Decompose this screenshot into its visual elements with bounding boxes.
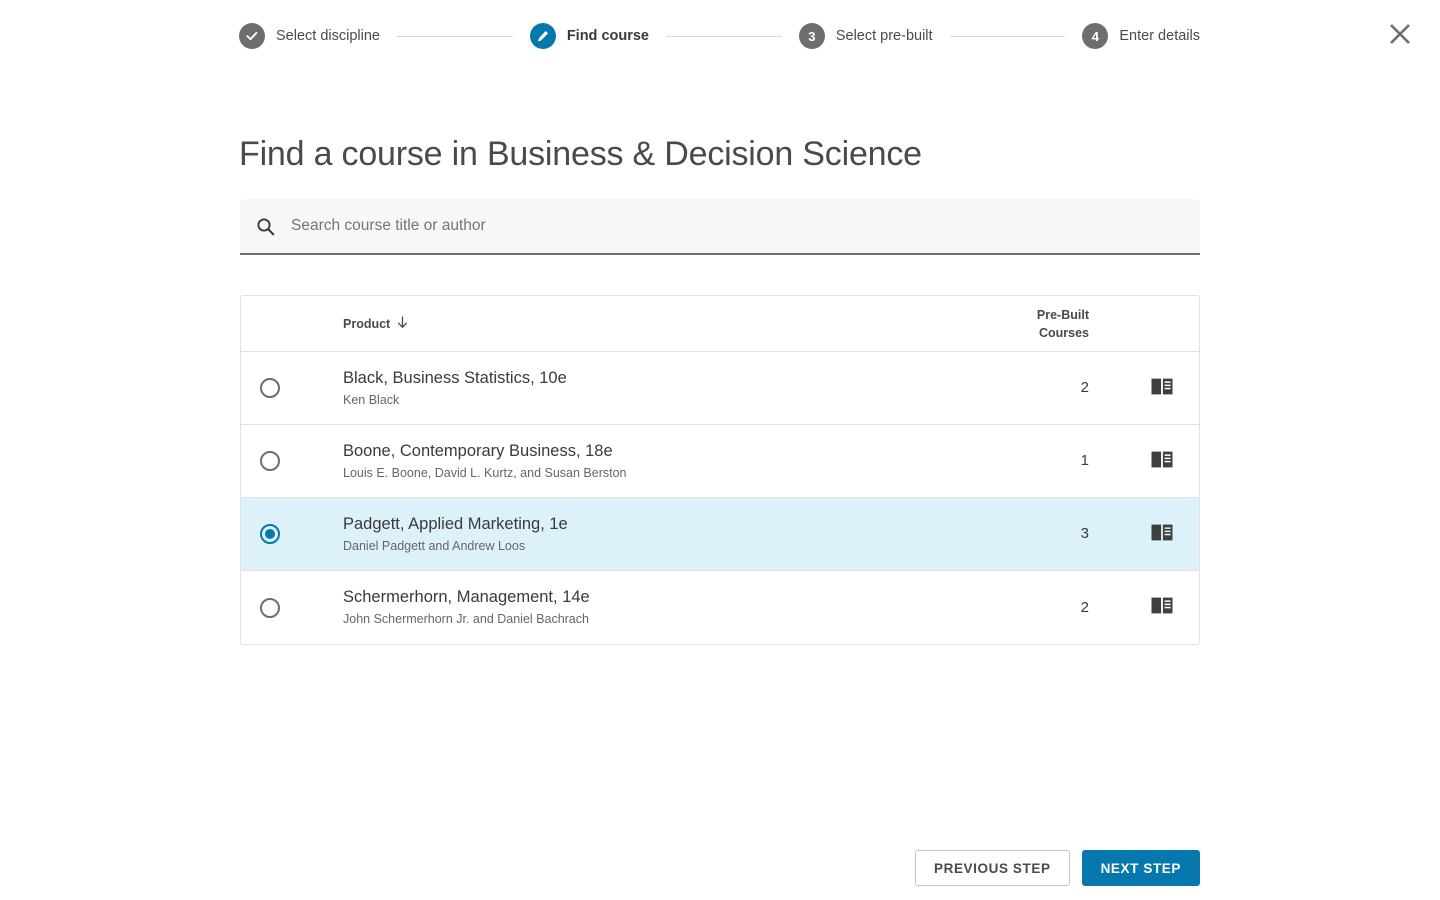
progress-stepper: Select discipline Find course 3 Select p…	[239, 22, 1200, 50]
row-select-cell[interactable]	[241, 597, 299, 618]
check-icon	[239, 23, 265, 49]
course-table: Product Pre-Built Courses Black, Busines…	[240, 295, 1200, 645]
row-select-cell[interactable]	[241, 524, 299, 544]
radio-button[interactable]	[260, 451, 280, 471]
radio-button[interactable]	[260, 597, 280, 618]
table-header-row: Product Pre-Built Courses	[241, 296, 1199, 352]
table-row[interactable]: Black, Business Statistics, 10e Ken Blac…	[241, 352, 1199, 425]
table-row[interactable]: Schermerhorn, Management, 14e John Scher…	[241, 571, 1199, 644]
product-authors: Daniel Padgett and Andrew Loos	[343, 538, 526, 553]
search-field[interactable]	[240, 199, 1200, 255]
product-title: Padgett, Applied Marketing, 1e	[343, 514, 568, 533]
search-icon	[256, 217, 275, 236]
pencil-icon	[529, 23, 556, 49]
previous-step-button[interactable]: PREVIOUS STEP	[915, 850, 1070, 886]
stepper-label-select-discipline: Select discipline	[276, 28, 380, 44]
wizard-footer: PREVIOUS STEP NEXT STEP	[240, 850, 1200, 886]
table-row[interactable]: Padgett, Applied Marketing, 1e Daniel Pa…	[241, 498, 1199, 571]
row-preview-cell[interactable]	[1125, 449, 1199, 474]
close-icon	[1387, 21, 1413, 52]
row-prebuilt-cell: 2	[995, 379, 1125, 397]
table-row[interactable]: Boone, Contemporary Business, 18e Louis …	[241, 425, 1199, 498]
row-prebuilt-cell: 2	[995, 599, 1125, 617]
product-title: Schermerhorn, Management, 14e	[343, 588, 590, 607]
product-authors: Louis E. Boone, David L. Kurtz, and Susa…	[343, 465, 627, 480]
search-input[interactable]	[289, 199, 1184, 253]
prebuilt-count: 2	[1080, 598, 1089, 616]
stepper-step-find-course[interactable]: Find course	[529, 23, 649, 49]
row-prebuilt-cell: 3	[995, 525, 1125, 543]
product-authors: John Schermerhorn Jr. and Daniel Bachrac…	[343, 612, 589, 626]
header-cell-prebuilt: Pre-Built Courses	[995, 306, 1125, 342]
row-product-cell: Black, Business Statistics, 10e Ken Blac…	[299, 368, 995, 408]
row-product-cell: Schermerhorn, Management, 14e John Scher…	[299, 587, 995, 627]
stepper-badge-4: 4	[1082, 23, 1109, 49]
prebuilt-count: 2	[1080, 379, 1089, 396]
stepper-connector-1	[396, 35, 513, 37]
radio-button[interactable]	[260, 378, 280, 398]
row-preview-cell[interactable]	[1125, 376, 1199, 401]
page-title: Find a course in Business & Decision Sci…	[239, 134, 922, 173]
next-step-button[interactable]: NEXT STEP	[1081, 850, 1200, 886]
book-icon[interactable]	[1150, 449, 1174, 474]
arrow-down-icon	[397, 315, 408, 332]
stepper-connector-3	[949, 35, 1066, 37]
book-icon[interactable]	[1150, 595, 1174, 620]
product-title: Black, Business Statistics, 10e	[343, 368, 567, 387]
row-select-cell[interactable]	[241, 451, 299, 471]
row-select-cell[interactable]	[241, 378, 299, 398]
header-label-prebuilt: Pre-Built Courses	[1036, 307, 1089, 340]
prebuilt-count: 1	[1080, 452, 1089, 469]
close-button[interactable]	[1384, 20, 1416, 52]
row-prebuilt-cell: 1	[995, 452, 1125, 470]
stepper-badge-3: 3	[798, 23, 825, 49]
stepper-step-select-discipline[interactable]: Select discipline	[239, 23, 380, 49]
product-title: Boone, Contemporary Business, 18e	[343, 441, 613, 460]
row-preview-cell[interactable]	[1125, 595, 1199, 620]
radio-button[interactable]	[260, 524, 280, 544]
row-product-cell: Boone, Contemporary Business, 18e Louis …	[299, 441, 995, 481]
prebuilt-count: 3	[1080, 525, 1089, 542]
row-preview-cell[interactable]	[1125, 522, 1199, 547]
stepper-label-find-course: Find course	[566, 28, 649, 44]
book-icon[interactable]	[1150, 376, 1174, 401]
stepper-step-select-prebuilt[interactable]: 3 Select pre-built	[798, 23, 933, 49]
stepper-connector-2	[666, 35, 782, 37]
row-product-cell: Padgett, Applied Marketing, 1e Daniel Pa…	[299, 514, 995, 554]
book-icon[interactable]	[1150, 522, 1174, 547]
header-cell-product[interactable]: Product	[299, 315, 995, 333]
stepper-step-enter-details[interactable]: 4 Enter details	[1082, 23, 1200, 49]
product-authors: Ken Black	[343, 392, 400, 407]
stepper-label-enter-details: Enter details	[1119, 28, 1200, 44]
stepper-label-select-prebuilt: Select pre-built	[835, 28, 933, 44]
header-label-product: Product	[343, 316, 391, 331]
